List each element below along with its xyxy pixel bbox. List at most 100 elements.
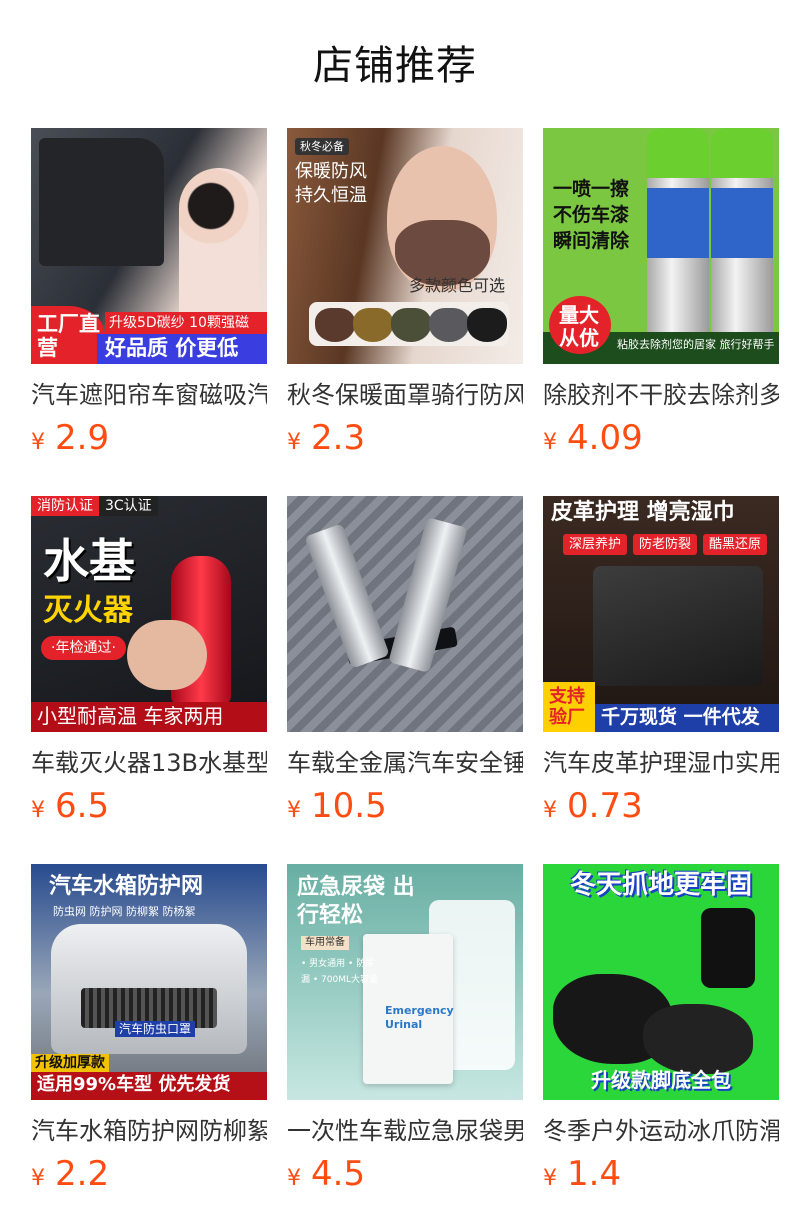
product-image[interactable]: 一喷一擦 不伤车漆 瞬间清除 粘胶去除剂您的居家 旅行好帮手 量大从优 xyxy=(543,128,779,364)
headline-text: 水基 xyxy=(43,534,135,588)
product-name[interactable]: 汽车水箱防护网防柳絮防虫网 xyxy=(31,1114,267,1148)
product-price: ¥2.2 xyxy=(31,1154,109,1194)
feature-tag: 防老防裂 xyxy=(633,534,698,555)
feature-text: 一喷一擦 不伤车漆 瞬间清除 xyxy=(553,178,630,252)
subheadline-text: 灭火器 xyxy=(43,593,133,628)
mask-swatch xyxy=(353,308,393,342)
price-value: 4.5 xyxy=(311,1154,366,1194)
product-name[interactable]: 车载灭火器13B水基型灭火器 xyxy=(31,746,267,780)
product-price: ¥2.9 xyxy=(31,418,109,458)
price-value: 0.73 xyxy=(567,786,643,826)
product-card[interactable]: 冬天抓地更牢固 升级款脚底全包 冬季户外运动冰爪防滑鞋套 ¥1.4 xyxy=(543,864,779,1204)
hand-figure xyxy=(127,620,207,690)
price-value: 2.9 xyxy=(55,418,110,458)
mask-swatch xyxy=(467,308,507,342)
currency-symbol: ¥ xyxy=(31,1166,45,1191)
product-card[interactable]: 工厂直营 升级5D碳纱 10颗强磁 好品质 价更低 汽车遮阳帘车窗磁吸汽车遮阳帘… xyxy=(31,128,267,468)
category-tag: 车用常备 xyxy=(301,936,349,950)
product-image[interactable]: 工厂直营 升级5D碳纱 10颗强磁 好品质 价更低 xyxy=(31,128,267,364)
currency-symbol: ¥ xyxy=(287,430,301,455)
product-price: ¥1.4 xyxy=(543,1154,621,1194)
product-name[interactable]: 汽车遮阳帘车窗磁吸汽车遮阳帘 xyxy=(31,378,267,412)
package-label: Emergency Urinal xyxy=(385,1004,454,1031)
safety-hammer xyxy=(304,523,390,669)
product-card[interactable]: 秋冬必备 保暖防风 持久恒温 多款颜色可选 秋冬保暖面罩骑行防风口罩 ¥2.3 xyxy=(287,128,523,468)
headline-text: 冬天抓地更牢固 xyxy=(569,870,752,900)
feature-text: 保暖防风 持久恒温 xyxy=(295,161,367,206)
currency-symbol: ¥ xyxy=(543,1166,557,1191)
price-value: 6.5 xyxy=(55,786,110,826)
product-image[interactable] xyxy=(287,496,523,732)
factory-inspection-badge: 支持验厂 xyxy=(543,682,595,732)
mask-swatch xyxy=(315,308,355,342)
feature-tag: 酷黑还原 xyxy=(703,534,768,555)
bottom-banner: 升级款脚底全包 xyxy=(591,1068,731,1092)
product-price: ¥4.5 xyxy=(287,1154,365,1194)
product-name[interactable]: 除胶剂不干胶去除剂多功能 xyxy=(543,378,779,412)
upgrade-badge: 升级加厚款 xyxy=(31,1054,109,1072)
product-price: ¥2.3 xyxy=(287,418,365,458)
ice-cleat xyxy=(701,908,755,988)
spray-can xyxy=(711,128,773,338)
fire-cert-badge: 消防认证 xyxy=(31,496,99,516)
season-tag: 秋冬必备 xyxy=(295,138,349,155)
bulk-discount-badge: 量大从优 xyxy=(549,296,611,354)
product-image[interactable]: 消防认证 3C认证 水基 灭火器 ·年检通过· 小型耐高温 车家两用 xyxy=(31,496,267,732)
price-value: 10.5 xyxy=(311,786,387,826)
currency-symbol: ¥ xyxy=(31,430,45,455)
price-value: 1.4 xyxy=(567,1154,622,1194)
feature-list: • 男女通用 • 防尿漏 • 700ML大容量 xyxy=(301,959,378,985)
currency-symbol: ¥ xyxy=(543,430,557,455)
headline-text: 皮革护理 增亮湿巾 xyxy=(551,500,735,525)
product-price: ¥6.5 xyxy=(31,786,109,826)
product-card[interactable]: 车载全金属汽车安全锤破窗器 ¥10.5 xyxy=(287,496,523,836)
product-name[interactable]: 车载全金属汽车安全锤破窗器 xyxy=(287,746,523,780)
slogan-banner: 好品质 价更低 xyxy=(97,334,267,364)
price-value: 4.09 xyxy=(567,418,643,458)
inspection-pill: ·年检通过· xyxy=(41,636,126,660)
product-price: ¥4.09 xyxy=(543,418,643,458)
product-name[interactable]: 一次性车载应急尿袋男女通用 xyxy=(287,1114,523,1148)
product-card[interactable]: 皮革护理 增亮湿巾 深层养护 防老防裂 酷黑还原 支持验厂 千万现货 一件代发 … xyxy=(543,496,779,836)
bottom-banner: 千万现货 一件代发 xyxy=(595,704,779,732)
wipes-box xyxy=(593,566,763,686)
product-card[interactable]: 消防认证 3C认证 水基 灭火器 ·年检通过· 小型耐高温 车家两用 车载灭火器… xyxy=(31,496,267,836)
currency-symbol: ¥ xyxy=(287,1166,301,1191)
car-window-shade xyxy=(39,138,164,266)
product-image[interactable]: 皮革护理 增亮湿巾 深层养护 防老防裂 酷黑还原 支持验厂 千万现货 一件代发 xyxy=(543,496,779,732)
product-name[interactable]: 汽车皮革护理湿巾实用清洁 xyxy=(543,746,779,780)
price-value: 2.3 xyxy=(311,418,366,458)
product-label: 汽车防虫口罩 xyxy=(115,1021,196,1037)
safety-hammer xyxy=(388,517,468,673)
shoe-sole xyxy=(643,1004,753,1074)
feature-pills: 防虫网 防护网 防柳絮 防杨絮 xyxy=(53,905,196,918)
spray-can xyxy=(647,128,709,338)
product-price: ¥10.5 xyxy=(287,786,387,826)
product-name[interactable]: 冬季户外运动冰爪防滑鞋套 xyxy=(543,1114,779,1148)
product-price: ¥0.73 xyxy=(543,786,643,826)
currency-symbol: ¥ xyxy=(287,798,301,823)
currency-symbol: ¥ xyxy=(31,798,45,823)
bottom-banner: 小型耐高温 车家两用 xyxy=(31,702,267,732)
mask-swatch xyxy=(391,308,431,342)
product-card[interactable]: 应急尿袋 出行轻松 车用常备 • 男女通用 • 防尿漏 • 700ML大容量 E… xyxy=(287,864,523,1204)
3c-cert-badge: 3C认证 xyxy=(99,496,158,516)
product-card[interactable]: 一喷一擦 不伤车漆 瞬间清除 粘胶去除剂您的居家 旅行好帮手 量大从优 除胶剂不… xyxy=(543,128,779,468)
price-value: 2.2 xyxy=(55,1154,110,1194)
product-image[interactable]: 冬天抓地更牢固 升级款脚底全包 xyxy=(543,864,779,1100)
feature-banner: 升级5D碳纱 10颗强磁 xyxy=(105,312,267,334)
page-title: 店铺推荐 xyxy=(313,43,477,89)
product-name[interactable]: 秋冬保暖面罩骑行防风口罩 xyxy=(287,378,523,412)
mask-swatch xyxy=(429,308,469,342)
feature-tag: 深层养护 xyxy=(563,534,628,555)
factory-direct-badge: 工厂直营 xyxy=(31,306,105,364)
bottom-banner: 适用99%车型 优先发货 xyxy=(31,1072,267,1100)
product-image[interactable]: 应急尿袋 出行轻松 车用常备 • 男女通用 • 防尿漏 • 700ML大容量 E… xyxy=(287,864,523,1100)
product-card[interactable]: 汽车水箱防护网 防虫网 防护网 防柳絮 防杨絮 汽车防虫口罩 升级加厚款 适用9… xyxy=(31,864,267,1204)
product-image[interactable]: 秋冬必备 保暖防风 持久恒温 多款颜色可选 xyxy=(287,128,523,364)
headline-text: 应急尿袋 出行轻松 xyxy=(297,875,415,928)
headline-text: 汽车水箱防护网 xyxy=(49,874,204,899)
product-image[interactable]: 汽车水箱防护网 防虫网 防护网 防柳絮 防杨絮 汽车防虫口罩 升级加厚款 适用9… xyxy=(31,864,267,1100)
currency-symbol: ¥ xyxy=(543,798,557,823)
color-text: 多款颜色可选 xyxy=(409,276,506,295)
